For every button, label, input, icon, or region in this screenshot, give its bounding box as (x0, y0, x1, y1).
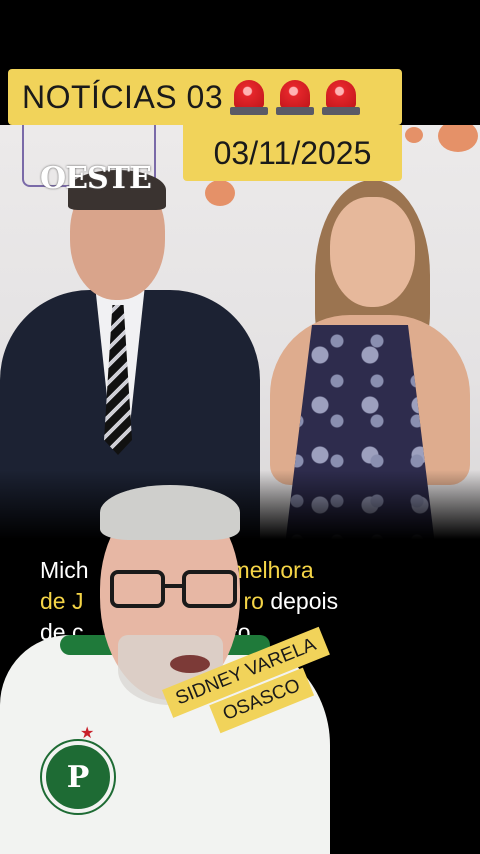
video-frame: OESTE Michna melhora de Jro depois de cu… (0, 0, 480, 854)
streamer-hair (100, 485, 240, 540)
orange-blob (438, 125, 478, 152)
date-banner: 03/11/2025 (183, 125, 402, 181)
club-crest-icon: P (40, 739, 116, 815)
streamer-mouth (170, 655, 210, 673)
star-icon: ★ (80, 725, 95, 742)
orange-blob (205, 180, 235, 206)
news-title-banner: NOTÍCIAS 03 (8, 69, 402, 125)
banner-date: 03/11/2025 (213, 134, 372, 171)
woman-face (330, 197, 415, 307)
oeste-logo: OESTE (40, 161, 152, 196)
police-light-icon (321, 77, 361, 117)
glasses-icon (110, 570, 242, 612)
orange-blob (405, 127, 423, 143)
police-light-icon (275, 77, 315, 117)
police-light-icon (229, 77, 269, 117)
banner-title: NOTÍCIAS 03 (22, 78, 224, 115)
